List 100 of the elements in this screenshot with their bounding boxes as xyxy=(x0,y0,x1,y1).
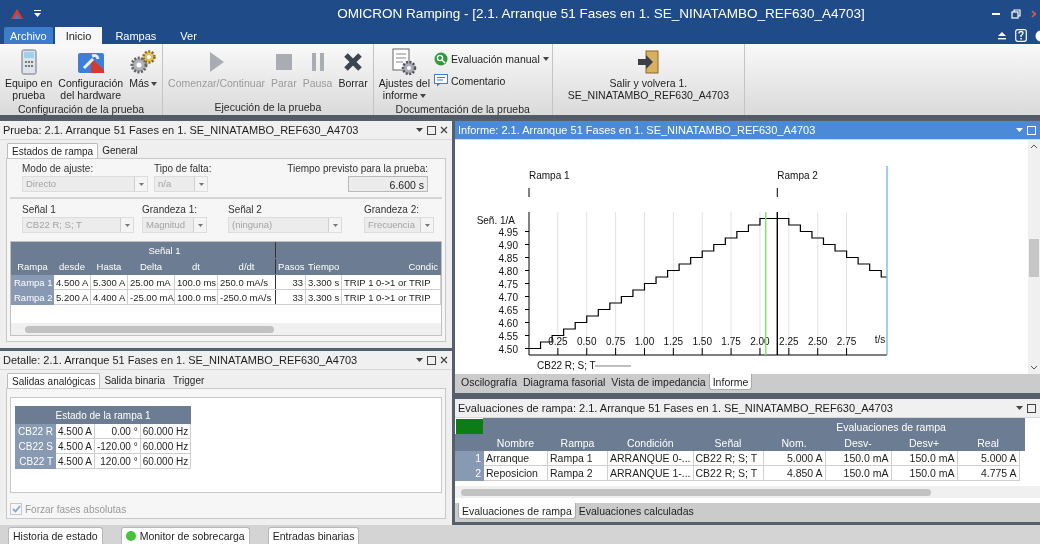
legend-line xyxy=(594,365,632,367)
ribbon-button[interactable]: Comentario xyxy=(434,74,549,87)
restore-icon[interactable] xyxy=(1011,8,1021,19)
table-cell: ARRANQUE 1-... xyxy=(607,465,693,481)
view-tab[interactable]: Evaluaciones calculadas xyxy=(575,503,697,519)
maximize-icon[interactable] xyxy=(1027,403,1036,413)
table-cell: 4.850 A xyxy=(763,465,825,481)
field-label: Grandeza 1: xyxy=(142,204,199,215)
dropdown-icon[interactable] xyxy=(416,128,423,132)
maximize-icon[interactable] xyxy=(427,355,436,365)
column-group-header: Evaluaciones de rampa xyxy=(763,418,1019,435)
ribbon-group-label: Configuración de la prueba xyxy=(17,102,146,116)
table-cell: 5.200 A xyxy=(53,289,91,305)
table-cell: 5.300 A xyxy=(90,274,128,290)
dropdown-icon[interactable] xyxy=(1016,406,1023,410)
table-cell: 5.000 A xyxy=(957,450,1019,466)
y-tick-label: 4.85 xyxy=(498,252,518,264)
view-tab[interactable]: Vista de impedancia xyxy=(608,374,709,390)
status-tab[interactable]: Historia de estado xyxy=(8,527,103,544)
table-cell: 100.0 ms xyxy=(174,274,218,290)
table-cell: 3.300 s xyxy=(305,289,342,305)
ribbon-button[interactable]: Equipo en prueba xyxy=(3,46,55,102)
ribbon-group-label: Ejecución de la prueba xyxy=(213,100,323,115)
field-label: Tiempo previsto para la prueba: xyxy=(287,163,428,174)
panel-tab[interactable]: Trigger xyxy=(169,373,209,388)
ribbon-button[interactable]: Más xyxy=(127,46,160,90)
caret-icon xyxy=(332,223,338,227)
horizontal-scrollbar[interactable] xyxy=(11,323,441,335)
table-cell: 60.000 Hz xyxy=(140,423,191,439)
table-cell: Arranque xyxy=(483,450,548,466)
panel-title: Detalle: 2.1. Arranque 51 Fases en 1. SE_NINATAMBO_REF630_A4703 xyxy=(3,354,359,366)
panel-tab[interactable]: Estados de rampa xyxy=(7,143,99,158)
x-axis-label: t/s xyxy=(874,334,886,345)
scroll-up-icon[interactable] xyxy=(1030,144,1038,149)
y-axis-label: Señ. 1/A xyxy=(476,215,515,226)
caret-icon xyxy=(151,82,157,87)
table-cell: Reposicion xyxy=(483,465,548,481)
horizontal-scrollbar[interactable] xyxy=(455,486,1040,498)
panel-tab[interactable]: Salida binaria xyxy=(100,373,169,388)
y-tick-label: 4.80 xyxy=(498,265,518,277)
x-tick-label: 0.75 xyxy=(605,336,626,347)
table-cell: 250.0 mA/s xyxy=(217,274,276,290)
vertical-scrollbar[interactable] xyxy=(1028,140,1040,374)
ribbon-group-label: Documentación de la prueba xyxy=(394,102,531,116)
caret-icon xyxy=(197,223,203,227)
magnifier-icon xyxy=(434,52,448,66)
readout-field: 6.600 s xyxy=(348,176,428,192)
file-menu-button[interactable]: Archivo xyxy=(4,27,53,44)
panel-tab[interactable]: Salidas analógicas xyxy=(7,373,101,388)
column-group-header: Señal 1 xyxy=(53,242,276,259)
dropdown-icon[interactable] xyxy=(416,358,423,362)
table-cell: 150.0 mA xyxy=(825,465,891,481)
ribbon-button[interactable]: Borrar xyxy=(336,46,370,90)
table-cell: 0.00 ° xyxy=(94,423,141,439)
field-label: Grandeza 2: xyxy=(364,204,421,215)
x-tick-label: 2.50 xyxy=(808,336,828,347)
delete-icon xyxy=(343,52,364,72)
view-tab[interactable]: Oscilografía xyxy=(458,374,521,390)
table-cell: 150.0 mA xyxy=(891,465,957,481)
view-tab[interactable]: Evaluaciones de rampa xyxy=(458,503,576,519)
x-tick-label: 2.75 xyxy=(836,336,857,347)
maximize-icon[interactable] xyxy=(427,125,436,135)
x-tick-label: 1.50 xyxy=(692,336,712,347)
view-tab[interactable]: Diagrama fasorial xyxy=(520,374,609,390)
y-tick-label: 4.75 xyxy=(498,278,518,290)
y-tick-label: 4.65 xyxy=(498,304,518,316)
ribbon-button[interactable]: Evaluación manual xyxy=(434,52,549,66)
gears-icon xyxy=(129,49,158,75)
status-tab[interactable]: Entradas binarias xyxy=(267,527,360,544)
ribbon-button[interactable]: Configuración del hardware xyxy=(56,46,126,102)
cursor-line[interactable] xyxy=(776,211,778,356)
view-tab[interactable]: Informe xyxy=(708,374,753,390)
table-cell: 4.500 A xyxy=(55,423,95,439)
ribbon-tab[interactable]: Inicio xyxy=(54,27,103,44)
help-icon[interactable] xyxy=(1015,29,1027,42)
table-cell: 33 xyxy=(275,289,306,305)
info-icon[interactable] xyxy=(1035,29,1040,42)
scrollbar-thumb[interactable] xyxy=(1029,239,1039,277)
document-gear-icon xyxy=(391,48,418,76)
collapse-ribbon-icon[interactable] xyxy=(997,31,1007,40)
ramp-label: Rampa 1 xyxy=(529,170,570,181)
ribbon-tab[interactable]: Rampas xyxy=(104,27,168,44)
table-cell: 150.0 mA xyxy=(825,450,891,466)
ramp-marker xyxy=(776,187,778,198)
table-cell: TRIP 1 0->1 or TRIP xyxy=(341,274,441,290)
close-icon[interactable] xyxy=(440,126,448,134)
scroll-down-icon[interactable] xyxy=(1030,365,1038,370)
close-icon[interactable] xyxy=(440,356,448,364)
table-cell: 4.500 A xyxy=(53,274,91,290)
ribbon-tab[interactable]: Ver xyxy=(169,27,208,44)
panel-tab[interactable]: General xyxy=(98,143,142,158)
status-tab[interactable]: Monitor de sobrecarga xyxy=(120,527,250,544)
caret-icon xyxy=(138,182,144,186)
y-tick-label: 4.95 xyxy=(498,226,518,238)
table-cell: 4.775 A xyxy=(957,465,1019,481)
caret-icon xyxy=(419,94,426,99)
quick-access-caret-icon[interactable] xyxy=(34,9,41,18)
ribbon-button[interactable]: Ajustes del informe xyxy=(376,46,432,102)
table-cell: 25.00 mA xyxy=(127,274,175,290)
ribbon-button[interactable]: Salir y volvera 1. SE_NINATAMBO_REF630_A4703 xyxy=(565,46,732,102)
